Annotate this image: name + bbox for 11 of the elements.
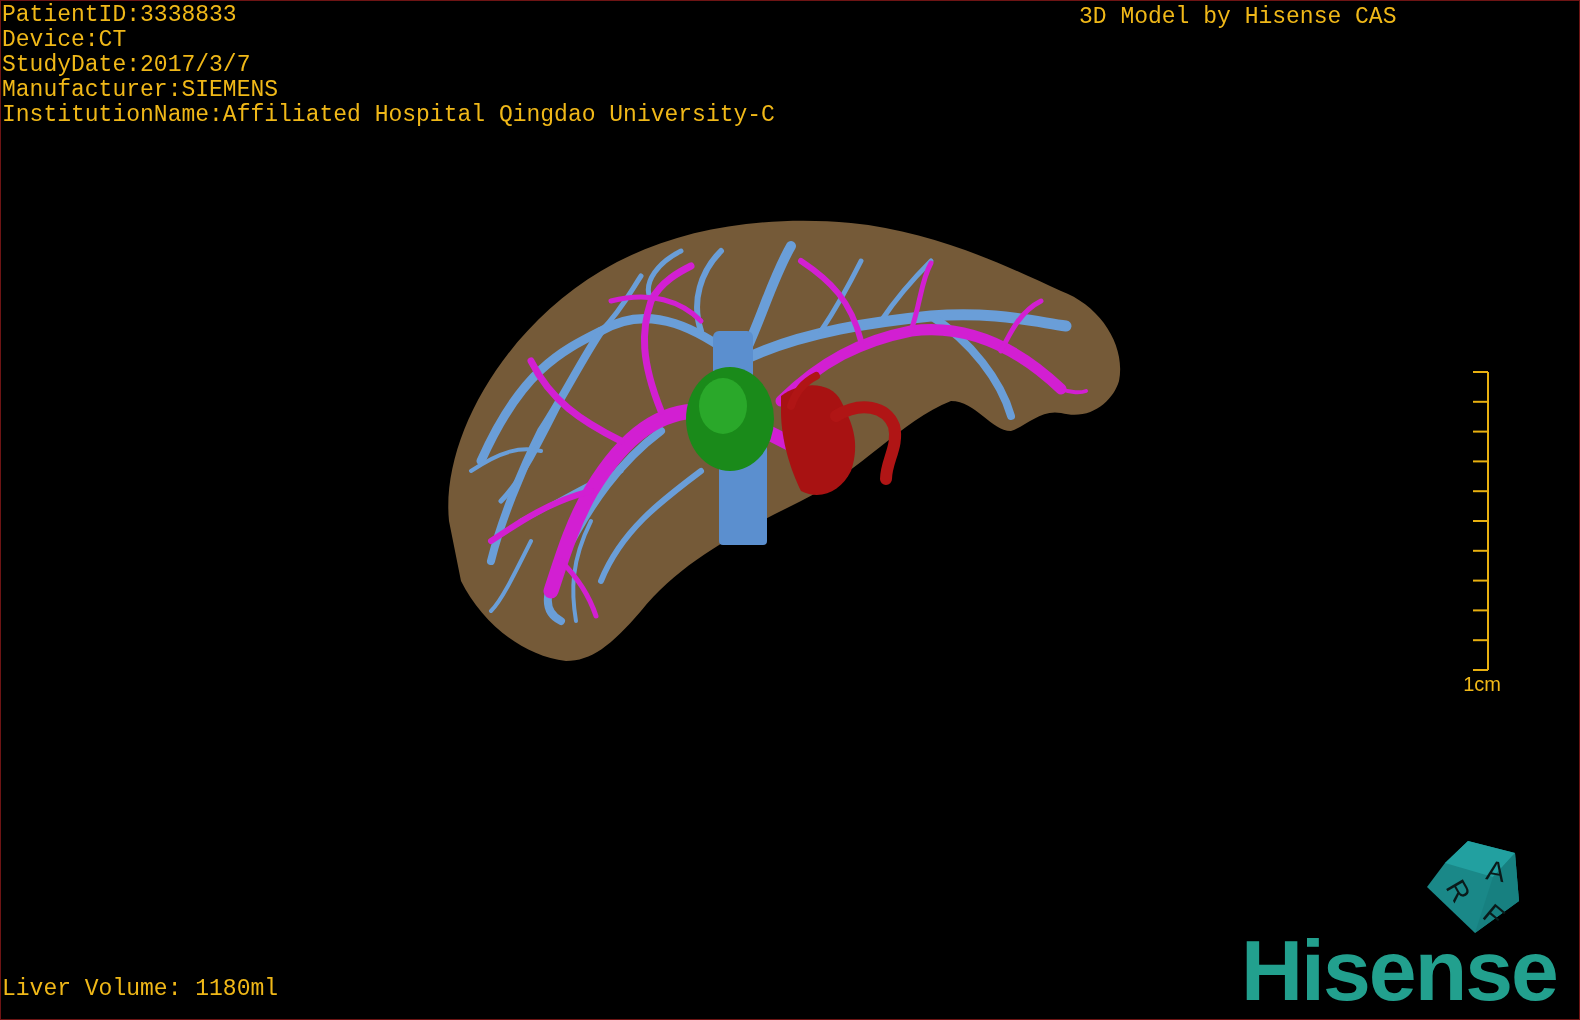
study-info-text: StudyDate:2017/3/7 [2, 53, 252, 78]
cube-face-label: A [1483, 854, 1508, 889]
scale-bar-label: 1cm [1463, 673, 1501, 695]
viewer-title: 3D Model by Hisense CAS [1079, 5, 1397, 30]
study-info-text: PatientID:3338833 [2, 3, 238, 28]
liver-volume-text: Liver Volume: 1180ml [2, 977, 279, 1002]
study-info-text: InstitutionName:Affiliated Hospital Qingdao University-C [2, 103, 775, 128]
cube-face-label: R [1439, 874, 1477, 908]
study-info-text: Device:CT [2, 28, 128, 53]
orientation-cube-icon[interactable] [1427, 841, 1519, 933]
study-info-text: Manufacturer:SIEMENS [2, 78, 280, 103]
